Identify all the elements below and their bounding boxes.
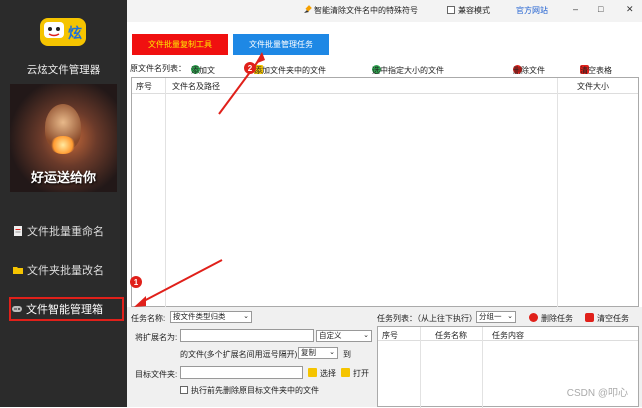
- official-site-link[interactable]: 官方网站: [516, 5, 548, 16]
- file-toolbar: 原文件名列表： 添加文 添加文件夹中的文件 选中指定大小的文件 删除文件 清空表…: [127, 61, 642, 75]
- add-file-label: 添加文: [191, 66, 215, 75]
- brush-icon: [304, 5, 312, 13]
- to-label: 到: [343, 350, 351, 359]
- ext-input[interactable]: [180, 329, 314, 342]
- minus-icon: [529, 313, 538, 322]
- task-name-value: 按文件类型归类: [173, 312, 226, 321]
- tab-copy-tool[interactable]: 文件批量复制工具: [132, 34, 228, 55]
- file-table[interactable]: 序号 文件名及路径 文件大小: [131, 77, 639, 308]
- column-divider: [557, 78, 558, 308]
- compat-mode-checkbox[interactable]: 兼容模式: [447, 5, 490, 16]
- annotation-badge-2: 2: [244, 62, 256, 74]
- action-value: 复制: [301, 348, 316, 357]
- delete-task-label: 删除任务: [541, 314, 573, 323]
- clear-table-label: 清空表格: [580, 66, 612, 75]
- clear-tasks-button[interactable]: 清空任务: [585, 313, 629, 324]
- task-name-select[interactable]: 按文件类型归类 ⌄: [170, 311, 252, 323]
- open-button[interactable]: 打开: [341, 368, 369, 379]
- delete-task-button[interactable]: 删除任务: [529, 313, 573, 324]
- folder-icon: [308, 368, 317, 377]
- delete-file-label: 删除文件: [513, 66, 545, 75]
- gamepad-icon: [12, 306, 22, 312]
- col-filename: 文件名及路径: [172, 82, 220, 91]
- target-folder-input[interactable]: [180, 366, 303, 379]
- col-index: 序号: [136, 82, 152, 91]
- group-value: 分组一: [479, 312, 502, 321]
- column-divider: [420, 327, 421, 408]
- chevron-down-icon: ⌄: [507, 313, 513, 320]
- nav-item-label: 文件批量重命名: [27, 226, 104, 238]
- app-logo-icon: 炫: [40, 18, 86, 46]
- pre-delete-label: 执行前先删除原目标文件夹中的文件: [191, 386, 319, 395]
- ext-hint: 的文件(多个扩展名间用逗号隔开): [180, 350, 298, 359]
- target-folder-label: 目标文件夹:: [135, 370, 178, 379]
- folder-open-icon: [341, 368, 350, 377]
- chevron-down-icon: ⌄: [329, 349, 335, 356]
- document-icon: [14, 226, 22, 236]
- promo-banner[interactable]: 好运送给你: [10, 84, 117, 192]
- clear-icon: [585, 313, 594, 322]
- ext-mode-value: 自定义: [319, 331, 342, 340]
- open-label: 打开: [353, 369, 369, 378]
- source-list-label: 原文件名列表：: [130, 64, 186, 73]
- ext-label: 将扩展名为:: [135, 333, 178, 342]
- folder-icon: [13, 267, 23, 274]
- col-task-content: 任务内容: [492, 331, 524, 340]
- maximize-icon[interactable]: □: [598, 4, 603, 14]
- task-list-label: 任务列表：（从上往下执行）: [377, 314, 477, 323]
- close-icon[interactable]: ✕: [626, 4, 634, 15]
- nav-item-batch-rename[interactable]: 文件批量重命名: [12, 219, 120, 243]
- minimize-icon[interactable]: –: [573, 4, 578, 14]
- svg-text:炫: 炫: [68, 25, 82, 42]
- chevron-down-icon: ⌄: [243, 313, 249, 320]
- add-folder-files-label: 添加文件夹中的文件: [254, 66, 326, 75]
- banner-text: 好运送给你: [30, 170, 96, 185]
- col-filesize: 文件大小: [577, 82, 609, 91]
- column-divider: [165, 78, 166, 308]
- task-table-header: 序号 任务名称 任务内容: [378, 327, 638, 341]
- app-title: 云炫文件管理器: [26, 64, 101, 76]
- clean-special-chars-label: 智能清除文件名中的特殊符号: [314, 6, 418, 15]
- chevron-down-icon: ⌄: [363, 332, 369, 339]
- sidebar: 炫 云炫文件管理器 好运送给你 文件批量重命名 文件夹批量改名 文件智能管理箱: [0, 0, 127, 407]
- checkbox-box[interactable]: [447, 6, 455, 14]
- group-select[interactable]: 分组一 ⌄: [476, 311, 516, 323]
- checkbox-box[interactable]: [180, 386, 188, 394]
- watermark: CSDN @叩心: [566, 388, 628, 399]
- nav-item-folder-rename[interactable]: 文件夹批量改名: [12, 258, 120, 282]
- compat-mode-label: 兼容模式: [458, 6, 490, 15]
- nav-item-label: 文件夹批量改名: [27, 265, 104, 277]
- column-divider: [482, 327, 483, 408]
- tab-manage-task[interactable]: 文件批量管理任务: [233, 34, 329, 55]
- ext-mode-select[interactable]: 自定义 ⌄: [316, 330, 372, 342]
- clean-special-chars-link[interactable]: 智能清除文件名中的特殊符号: [303, 5, 418, 16]
- clear-tasks-label: 清空任务: [597, 314, 629, 323]
- action-select[interactable]: 复制 ⌄: [298, 347, 338, 359]
- nav-item-label: 文件智能管理箱: [26, 304, 103, 316]
- file-table-header: 序号 文件名及路径 文件大小: [132, 78, 638, 94]
- annotation-badge-1: 1: [130, 276, 142, 288]
- choose-button[interactable]: 选择: [308, 368, 336, 379]
- banner-glow: [50, 136, 76, 154]
- col-task-name: 任务名称: [435, 331, 467, 340]
- task-name-label: 任务名称:: [131, 314, 166, 323]
- top-bar: 智能清除文件名中的特殊符号 兼容模式 官方网站 – □ ✕: [127, 0, 642, 22]
- select-by-size-label: 选中指定大小的文件: [372, 66, 444, 75]
- nav-item-smart-manager[interactable]: 文件智能管理箱: [9, 297, 124, 321]
- pre-delete-checkbox[interactable]: 执行前先删除原目标文件夹中的文件: [180, 385, 319, 396]
- col-index: 序号: [382, 331, 398, 340]
- choose-label: 选择: [320, 369, 336, 378]
